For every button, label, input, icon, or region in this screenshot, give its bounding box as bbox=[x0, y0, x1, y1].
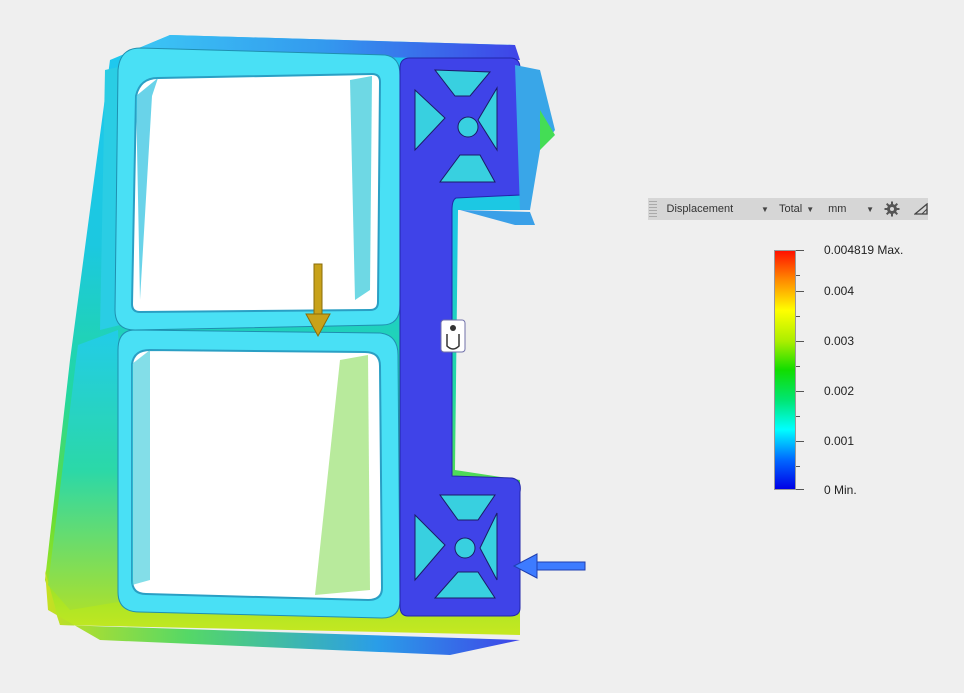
results-toolbar: Displacement ▼ Total ▼ mm ▼ bbox=[648, 198, 928, 220]
chevron-down-icon: ▼ bbox=[806, 204, 815, 214]
legend-tick bbox=[796, 341, 804, 342]
upper-window-frame bbox=[114, 47, 401, 331]
legend-tick bbox=[796, 275, 800, 276]
component-label: Total bbox=[778, 203, 803, 215]
legend-tick bbox=[796, 250, 804, 251]
legend-label: 0.001 bbox=[824, 434, 855, 448]
result-type-dropdown[interactable]: Displacement bbox=[667, 203, 758, 215]
chevron-down-icon[interactable]: ▼ bbox=[866, 205, 874, 214]
gear-icon[interactable] bbox=[884, 201, 900, 217]
legend-max-label: 0.004819 Max. bbox=[824, 243, 904, 257]
legend-tick bbox=[796, 391, 804, 392]
unit-label: mm bbox=[828, 203, 847, 215]
component-dropdown[interactable]: Total ▼ bbox=[779, 203, 814, 215]
toolbar-grip[interactable] bbox=[649, 201, 657, 217]
legend-label: 0.002 bbox=[824, 384, 855, 398]
unit-dropdown[interactable]: mm bbox=[828, 203, 862, 215]
legend-tick bbox=[796, 489, 804, 490]
constraint-arrow[interactable] bbox=[512, 553, 586, 579]
model-render bbox=[45, 35, 586, 655]
chevron-down-icon[interactable]: ▼ bbox=[761, 205, 769, 214]
legend-min-label: 0 Min. bbox=[824, 483, 857, 497]
legend-tick bbox=[796, 316, 800, 317]
model-viewport[interactable] bbox=[0, 0, 964, 688]
legend-label: 0.003 bbox=[824, 334, 855, 348]
lower-window-frame bbox=[117, 329, 401, 619]
legend-tick bbox=[796, 466, 800, 467]
legend-tick bbox=[796, 291, 804, 292]
triangle-icon[interactable] bbox=[914, 203, 928, 215]
legend-label: 0.004 bbox=[824, 284, 855, 298]
legend-tick bbox=[796, 441, 804, 442]
legend-color-bar bbox=[774, 250, 796, 490]
fixed-bracket bbox=[399, 57, 555, 617]
fixed-constraint-marker[interactable] bbox=[440, 319, 466, 353]
legend-tick bbox=[796, 366, 800, 367]
result-type-label: Displacement bbox=[666, 203, 734, 215]
legend-tick bbox=[796, 416, 800, 417]
